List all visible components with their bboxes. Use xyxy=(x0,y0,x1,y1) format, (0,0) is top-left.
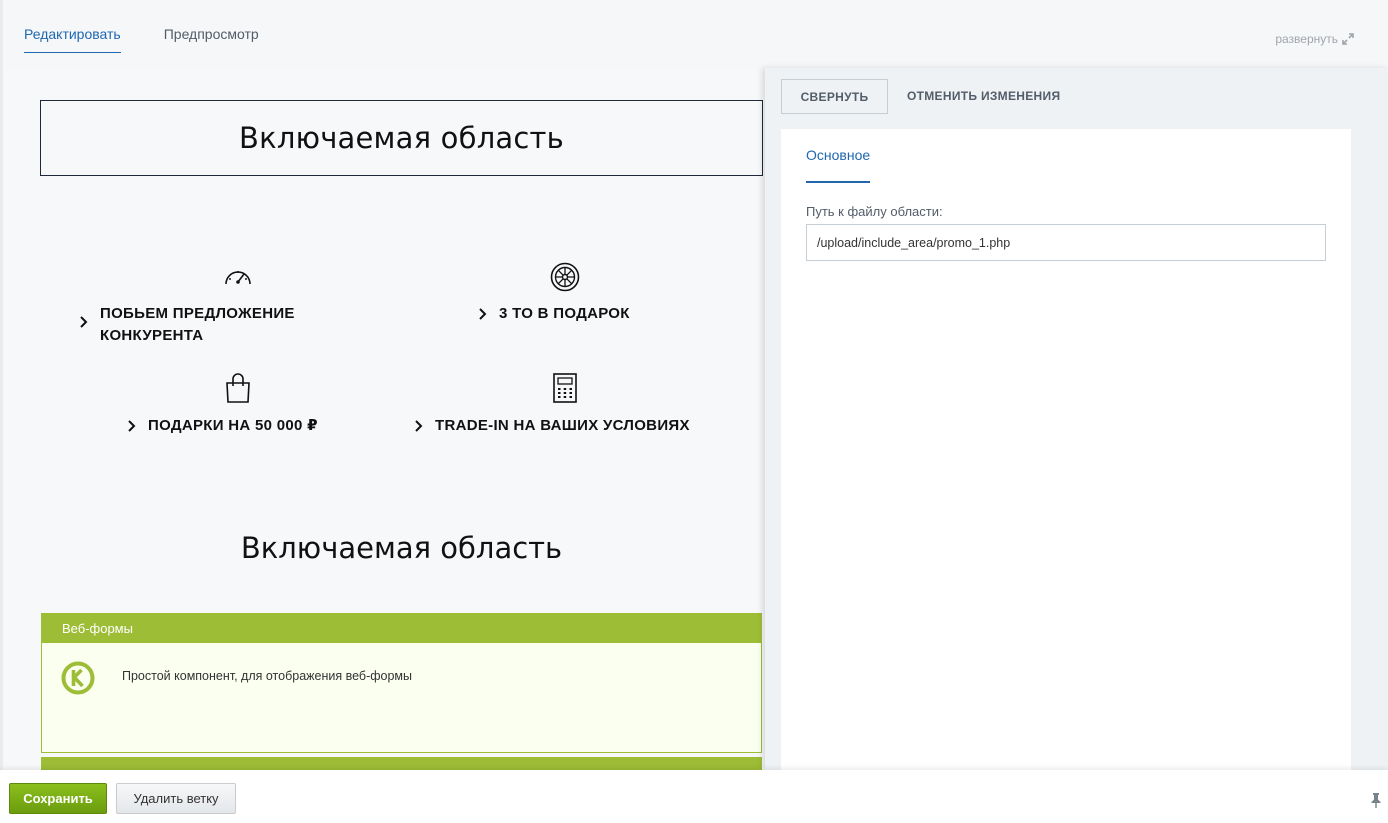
collapse-button[interactable]: СВЕРНУТЬ xyxy=(781,79,888,114)
expand-label: развернуть xyxy=(1275,32,1338,46)
include-area-box[interactable]: Включаемая область xyxy=(40,100,763,176)
webforms-header: Веб-формы xyxy=(42,614,761,643)
tab-edit[interactable]: Редактировать xyxy=(24,0,121,53)
feature-gifts[interactable]: ПОДАРКИ НА 50 000 ₽ xyxy=(127,415,318,439)
component-logo-icon xyxy=(61,661,95,695)
feature-trade-in[interactable]: TRADE-IN НА ВАШИХ УСЛОВИЯХ xyxy=(414,415,690,439)
chevron-right-icon xyxy=(414,415,428,439)
feature-label-line2: КОНКУРЕНТА xyxy=(100,327,204,344)
feature-label: ПОДАРКИ НА 50 000 ₽ xyxy=(148,417,318,434)
pin-icon[interactable] xyxy=(1370,792,1382,808)
settings-card: Основное Путь к файлу области: xyxy=(781,129,1351,770)
mode-tabs: Редактировать Предпросмотр xyxy=(24,0,302,54)
calculator-icon xyxy=(553,373,577,403)
chevron-right-icon xyxy=(79,303,93,335)
feature-free-service[interactable]: 3 ТО В ПОДАРОК xyxy=(478,303,630,327)
expand-icon xyxy=(1342,33,1354,45)
feature-label: 3 ТО В ПОДАРОК xyxy=(499,305,630,322)
tab-main[interactable]: Основное xyxy=(806,147,871,183)
webforms-description: Простой компонент, для отображения веб-ф… xyxy=(122,669,412,683)
preview-area: Включаемая область ПОБЬЕМ ПРЕДЛОЖЕНИЕ КОН… xyxy=(3,68,765,770)
feature-label: ПОБЬЕМ ПРЕДЛОЖЕНИЕ xyxy=(100,305,295,322)
chevron-right-icon xyxy=(127,415,141,439)
settings-panel: СВЕРНУТЬ ОТМЕНИТЬ ИЗМЕНЕНИЯ Основное Пут… xyxy=(765,68,1388,770)
expand-button[interactable]: развернуть xyxy=(1275,32,1354,46)
webforms-component[interactable]: Веб-формы Простой компонент, для отображ… xyxy=(41,613,762,753)
file-path-label: Путь к файлу области: xyxy=(806,204,943,219)
shopping-bag-icon xyxy=(226,373,250,403)
delete-branch-button[interactable]: Удалить ветку xyxy=(116,783,236,814)
include-area-title[interactable]: Включаемая область xyxy=(40,531,763,565)
save-button[interactable]: Сохранить xyxy=(9,783,107,814)
feature-beat-offer[interactable]: ПОБЬЕМ ПРЕДЛОЖЕНИЕ КОНКУРЕНТА xyxy=(79,303,295,347)
next-component-header[interactable] xyxy=(41,757,762,770)
tab-preview[interactable]: Предпросмотр xyxy=(164,0,259,54)
speedometer-icon xyxy=(225,271,251,285)
wheel-icon xyxy=(550,262,580,292)
bottom-toolbar: Сохранить Удалить ветку xyxy=(0,770,1388,823)
feature-label: TRADE-IN НА ВАШИХ УСЛОВИЯХ xyxy=(435,417,690,434)
file-path-input[interactable] xyxy=(806,224,1326,261)
chevron-right-icon xyxy=(478,303,492,327)
cancel-changes-button[interactable]: ОТМЕНИТЬ ИЗМЕНЕНИЯ xyxy=(907,89,1060,103)
